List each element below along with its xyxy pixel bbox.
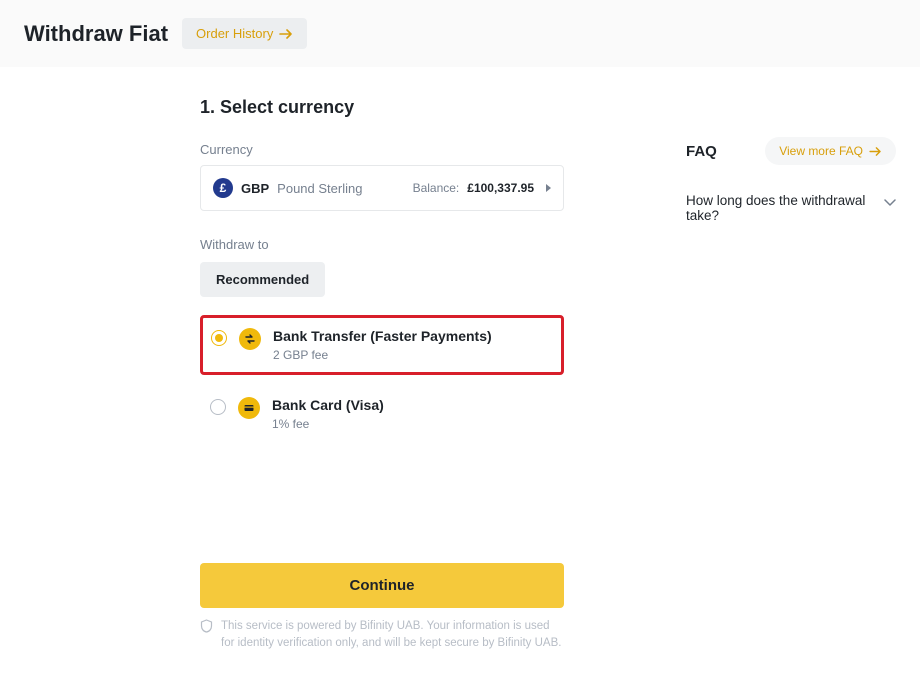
faq-title: FAQ [686, 143, 717, 160]
method-name: Bank Card (Visa) [272, 397, 384, 413]
view-more-faq-button[interactable]: View more FAQ [765, 137, 896, 165]
chevron-down-icon [884, 195, 896, 210]
radio-unselected-icon [210, 399, 226, 415]
card-icon [238, 397, 260, 419]
arrow-right-icon [279, 29, 293, 39]
balance-value: £100,337.95 [467, 181, 534, 195]
order-history-label: Order History [196, 26, 273, 41]
gbp-icon: £ [213, 178, 233, 198]
faq-item[interactable]: How long does the withdrawal take? [686, 193, 896, 223]
disclaimer: This service is powered by Bifinity UAB.… [200, 618, 564, 653]
withdraw-options: Bank Transfer (Faster Payments) 2 GBP fe… [200, 315, 564, 443]
continue-button[interactable]: Continue [200, 563, 564, 608]
triangle-right-icon [546, 184, 551, 192]
balance-label: Balance: [413, 181, 460, 195]
recommended-tab[interactable]: Recommended [200, 262, 325, 297]
step-title: 1. Select currency [200, 97, 564, 118]
order-history-button[interactable]: Order History [182, 18, 307, 49]
main-column: 1. Select currency Currency £ GBP Pound … [200, 97, 564, 653]
option-bank-card[interactable]: Bank Card (Visa) 1% fee [200, 385, 564, 443]
currency-selector[interactable]: £ GBP Pound Sterling Balance: £100,337.9… [200, 165, 564, 211]
faq-column: FAQ View more FAQ How long does the with… [686, 137, 896, 653]
header-bar: Withdraw Fiat Order History [0, 0, 920, 67]
transfer-icon [239, 328, 261, 350]
page-title: Withdraw Fiat [24, 21, 168, 47]
withdraw-to-label: Withdraw to [200, 237, 564, 252]
option-bank-transfer[interactable]: Bank Transfer (Faster Payments) 2 GBP fe… [200, 315, 564, 375]
method-fee: 1% fee [272, 417, 384, 431]
currency-name: Pound Sterling [277, 181, 362, 196]
disclaimer-text: This service is powered by Bifinity UAB.… [221, 618, 564, 653]
faq-question: How long does the withdrawal take? [686, 193, 874, 223]
currency-label: Currency [200, 142, 564, 157]
arrow-right-icon [869, 147, 882, 156]
method-fee: 2 GBP fee [273, 348, 492, 362]
radio-selected-icon [211, 330, 227, 346]
view-more-label: View more FAQ [779, 144, 863, 158]
method-name: Bank Transfer (Faster Payments) [273, 328, 492, 344]
shield-icon [200, 619, 213, 653]
currency-code: GBP [241, 181, 269, 196]
